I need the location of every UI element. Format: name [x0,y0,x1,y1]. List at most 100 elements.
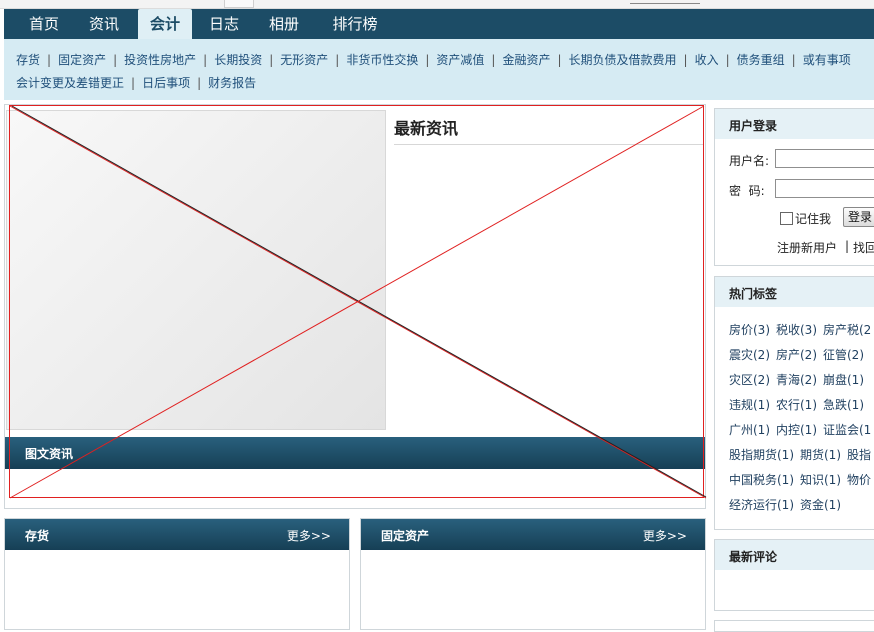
tag-link[interactable]: 经济运行(1) [729,498,794,512]
comments-header: 最新评论 [715,540,874,570]
nav-item-home[interactable]: 首页 [18,9,70,39]
sub-nav-row: 会计变更及差错更正 | 日后事项 | 财务报告 [16,74,256,91]
sub-nav-link[interactable]: 长期负债及借款费用 [569,53,677,67]
section-title: 固定资产 [381,529,430,543]
sub-nav-link[interactable]: 收入 [695,53,719,67]
nav-separator: | [791,53,796,67]
sub-nav-link[interactable]: 投资性房地产 [124,53,196,67]
sub-nav-link[interactable]: 长期投资 [214,53,262,67]
tag-row: 股指期货(1) 期货(1) 股指 [729,446,874,471]
nav-separator: | [683,53,688,67]
nav-separator: | [131,76,136,90]
nav-separator: | [47,53,52,67]
tag-row: 中国税务(1) 知识(1) 物价 [729,471,874,496]
tag-link[interactable]: 征管(2) [823,348,864,362]
tag-link[interactable]: 灾区(2) [729,373,770,387]
tag-link[interactable]: 证监会(1 [823,423,871,437]
nav-separator: | [197,76,202,90]
tag-link[interactable]: 股指期货(1) [729,448,794,462]
link-separator: | [845,239,850,253]
sub-nav-link[interactable]: 债务重组 [737,53,785,67]
tag-row: 违规(1) 农行(1) 急跌(1) [729,396,874,421]
hot-tags-title: 热门标签 [729,287,778,301]
nav-item-album[interactable]: 相册 [256,9,312,39]
tag-link[interactable]: 房价(3) [729,323,770,337]
remember-label: 记住我 [795,212,832,226]
tag-row: 灾区(2) 青海(2) 崩盘(1) [729,371,874,396]
browser-tab-stub [224,0,254,8]
nav-separator: | [425,53,430,67]
nav-item-blog[interactable]: 日志 [198,9,250,39]
nav-item-accounting[interactable]: 会计 [138,9,192,39]
more-link[interactable]: 更多>> [643,527,687,544]
sub-nav-link[interactable]: 非货币性交换 [346,53,418,67]
remember-checkbox[interactable] [780,212,793,225]
tag-link[interactable]: 资金(1) [800,498,841,512]
more-link[interactable]: 更多>> [287,527,331,544]
tag-link[interactable]: 期货(1) [800,448,841,462]
nav-separator: | [335,53,340,67]
hot-tags-panel: 热门标签 房价(3) 税收(3) 房产税(2 震灾(2) 房产(2) 征管(2) 灾区(2)… [714,276,874,530]
section-panel-fixed-assets: 固定资产 更多>> [360,518,706,630]
login-button[interactable]: 登录 [843,207,874,227]
comments-title: 最新评论 [729,550,778,564]
sub-nav-link[interactable]: 固定资产 [58,53,106,67]
browser-top-strip [0,0,874,9]
nav-separator: | [203,53,208,67]
tag-link[interactable]: 物价 [847,473,871,487]
section-header: 固定资产 更多>> [361,519,705,550]
tag-link[interactable]: 青海(2) [776,373,817,387]
divider [394,144,703,145]
picture-news-bar: 图文资讯 [5,437,705,469]
section-panel-inventory: 存货 更多>> [4,518,350,630]
sub-nav-link[interactable]: 财务报告 [208,76,256,90]
tag-row: 广州(1) 内控(1) 证监会(1 [729,421,874,446]
section-header: 存货 更多>> [5,519,349,550]
login-panel: 用户登录 用户名: 密 码: 记住我 登录 注册新用户 | 找回 [714,108,874,266]
tag-link[interactable]: 急跌(1) [823,398,864,412]
nav-separator: | [491,53,496,67]
tag-link[interactable]: 股指 [847,448,871,462]
sub-nav-link[interactable]: 会计变更及差错更正 [16,76,124,90]
password-label: 密 码: [729,184,765,198]
latest-comments-panel: 最新评论 [714,539,874,611]
tag-link[interactable]: 知识(1) [800,473,841,487]
section-title: 存货 [25,529,50,543]
sub-nav-link[interactable]: 金融资产 [502,53,550,67]
find-password-link[interactable]: 找回 [853,239,874,256]
latest-news-title: 最新资讯 [394,119,459,138]
sub-nav-link[interactable]: 日后事项 [142,76,190,90]
nav-item-news[interactable]: 资讯 [76,9,132,39]
tag-link[interactable]: 房产(2) [776,348,817,362]
sub-nav-link[interactable]: 或有事项 [803,53,851,67]
image-placeholder [6,110,386,430]
tag-link[interactable]: 违规(1) [729,398,770,412]
password-input[interactable] [775,179,874,198]
sub-nav-link[interactable]: 资产减值 [436,53,484,67]
tag-link[interactable]: 广州(1) [729,423,770,437]
tag-link[interactable]: 房产税(2 [823,323,871,337]
tag-list: 房价(3) 税收(3) 房产税(2 震灾(2) 房产(2) 征管(2) 灾区(2) 青海(2)… [729,321,874,521]
sub-nav-link[interactable]: 无形资产 [280,53,328,67]
username-input[interactable] [775,149,874,168]
bottom-panel [714,620,874,632]
tag-link[interactable]: 税收(3) [776,323,817,337]
tag-link[interactable]: 崩盘(1) [823,373,864,387]
tag-link[interactable]: 内控(1) [776,423,817,437]
tag-link[interactable]: 中国税务(1) [729,473,794,487]
sub-nav: 存货 | 固定资产 | 投资性房地产 | 长期投资 | 无形资产 | 非货币性交换 | 资产减值 | 金融资… [4,39,874,100]
tag-link[interactable]: 震灾(2) [729,348,770,362]
main-nav: 首页 资讯 会计 日志 相册 排行榜 [4,9,874,39]
register-link[interactable]: 注册新用户 [777,239,837,256]
username-label: 用户名: [729,154,770,168]
tag-row: 房价(3) 税收(3) 房产税(2 [729,321,874,346]
nav-item-ranking[interactable]: 排行榜 [320,9,390,39]
picture-news-label: 图文资讯 [25,447,74,461]
tag-row: 经济运行(1) 资金(1) [729,496,874,521]
nav-separator: | [113,53,118,67]
login-header: 用户登录 [715,109,874,139]
hot-tags-header: 热门标签 [715,277,874,307]
nav-separator: | [725,53,730,67]
sub-nav-link[interactable]: 存货 [16,53,40,67]
tag-link[interactable]: 农行(1) [776,398,817,412]
